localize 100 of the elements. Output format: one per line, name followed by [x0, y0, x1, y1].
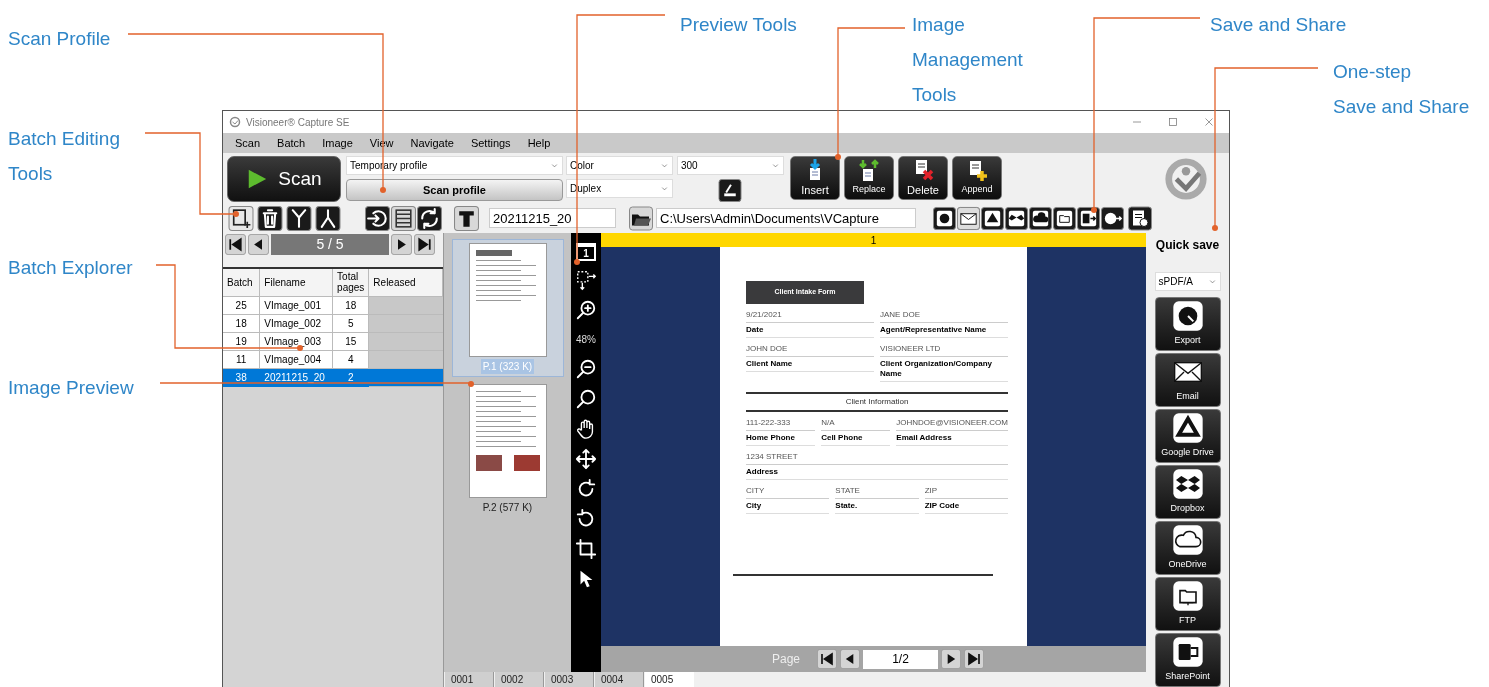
sides-dropdown[interactable]: Duplex — [566, 179, 673, 198]
thumbnail-caption: P.1 (323 K) — [480, 359, 535, 374]
append-button[interactable]: Append — [952, 156, 1002, 200]
zoom-in-icon[interactable] — [575, 299, 597, 321]
first-icon[interactable] — [817, 649, 838, 669]
field-label: State. — [835, 499, 919, 514]
menu-item[interactable]: Batch — [277, 134, 306, 152]
color-mode-dropdown[interactable]: Color — [566, 156, 673, 175]
callout-label: Scan Profile — [8, 27, 111, 51]
page-marker-bar: 1 — [601, 233, 1146, 247]
format-dropdown[interactable]: sPDF/A — [1154, 272, 1221, 291]
boxes-icon[interactable] — [1005, 205, 1028, 231]
search-icon[interactable] — [575, 388, 597, 410]
quick-save-button[interactable]: Email — [1154, 352, 1221, 407]
maximize-icon[interactable] — [1167, 116, 1179, 128]
trash-icon[interactable] — [256, 205, 284, 231]
scan-button[interactable]: Scan — [227, 156, 341, 202]
profile-dropdown[interactable]: Temporary profile — [346, 156, 563, 175]
resolution-dropdown[interactable]: 300 — [677, 156, 784, 175]
scanner-icon[interactable] — [718, 179, 742, 202]
merge-icon[interactable] — [314, 205, 342, 231]
field-label: Email Address — [896, 431, 1008, 446]
zoom-out-icon[interactable] — [575, 358, 597, 380]
page-tab[interactable]: 0005 — [645, 672, 694, 687]
page-label: Page — [772, 651, 801, 668]
menu-item[interactable]: Image — [322, 134, 353, 152]
field-value: STATE — [835, 486, 919, 499]
callout-label: One-step Save and Share — [1333, 60, 1470, 119]
last-icon[interactable] — [964, 649, 985, 669]
quick-save-button[interactable]: Dropbox — [1154, 464, 1221, 519]
zoom-level: 48% — [576, 333, 596, 347]
previous-icon[interactable] — [248, 234, 269, 255]
table-row[interactable]: 25 VImage_001 18 — [223, 296, 443, 314]
field-label: Agent/Representative Name — [880, 323, 1008, 338]
field-value: N/A — [821, 418, 891, 431]
quick-save-button[interactable]: FTP — [1154, 576, 1221, 631]
column-header[interactable]: Released — [368, 268, 443, 296]
folder-icon[interactable] — [629, 205, 653, 231]
folder-icon[interactable] — [1053, 205, 1076, 231]
text-tool-icon[interactable] — [454, 205, 479, 231]
delete-button[interactable]: Delete — [898, 156, 948, 200]
import-icon[interactable] — [365, 205, 390, 231]
menu-item[interactable]: View — [369, 134, 394, 152]
table-row[interactable]: 11 VImage_004 4 — [223, 350, 443, 368]
field-label: Address — [746, 465, 1008, 480]
split-icon[interactable] — [285, 205, 313, 231]
page-field[interactable]: 1/2 — [863, 649, 939, 669]
last-icon[interactable] — [414, 234, 435, 255]
quick-save-button[interactable]: Export — [1154, 296, 1221, 351]
menu-item[interactable]: Navigate — [410, 134, 454, 152]
add-document-icon[interactable] — [227, 205, 255, 231]
logo-icon — [229, 116, 241, 128]
next-icon[interactable] — [941, 649, 962, 669]
table-row[interactable]: 18 VImage_002 5 — [223, 314, 443, 332]
document-clock-icon[interactable] — [1128, 205, 1152, 231]
page-thumbnail[interactable]: P.2 (577 K) — [451, 380, 564, 518]
crop-icon[interactable] — [575, 538, 597, 560]
table-cell: 2 — [332, 368, 369, 386]
replace-button[interactable]: Replace — [844, 156, 894, 200]
column-header[interactable]: Filename — [259, 268, 333, 296]
close-icon[interactable] — [1203, 116, 1215, 128]
quick-save-title: Quick save — [1155, 237, 1220, 254]
table-cell: 38 — [223, 368, 260, 386]
select-area-icon[interactable] — [575, 269, 597, 291]
batch-name-field[interactable]: 20211215_20 — [489, 208, 616, 228]
previous-icon[interactable] — [840, 649, 861, 669]
page-tab[interactable]: 0004 — [595, 672, 644, 687]
column-header[interactable]: Batch — [223, 268, 260, 296]
field-label: Cell Phone — [821, 431, 891, 446]
field-value: ZIP — [924, 486, 1008, 499]
list-icon[interactable] — [391, 205, 416, 231]
move-icon[interactable] — [575, 448, 597, 470]
refresh-icon[interactable] — [417, 205, 442, 231]
menu-item[interactable]: Scan — [235, 134, 261, 152]
page-tab[interactable]: 0002 — [495, 672, 544, 687]
page-tab[interactable]: 0003 — [545, 672, 594, 687]
folder-path-field[interactable]: C:\Users\Admin\Documents\VCapture — [656, 208, 916, 228]
cloud-icon[interactable] — [1029, 205, 1052, 231]
menu-item[interactable]: Settings — [470, 134, 511, 152]
scan-profile-button[interactable]: Scan profile — [346, 179, 563, 201]
quick-save-button[interactable]: SharePoint — [1154, 632, 1221, 687]
field-value: CITY — [746, 486, 830, 499]
first-icon[interactable] — [225, 234, 246, 255]
table-row[interactable]: 19 VImage_003 15 — [223, 332, 443, 350]
column-header[interactable]: Total pages — [332, 268, 369, 296]
callout-label: Batch Editing Tools — [8, 127, 120, 186]
batch-counter: 5 / 5 — [271, 234, 389, 255]
field-value: 111-222-333 — [746, 418, 816, 431]
envelope-icon[interactable] — [957, 205, 980, 231]
field-value: JANE DOE — [880, 310, 1008, 323]
page-tab[interactable]: 0001 — [445, 672, 494, 687]
menu-item[interactable]: Help — [527, 134, 551, 152]
document-icon — [857, 159, 881, 184]
callout-label: Batch Explorer — [8, 256, 133, 280]
next-icon[interactable] — [391, 234, 412, 255]
quick-save-button[interactable]: Google Drive — [1154, 408, 1221, 463]
field-label: Client Name — [746, 357, 874, 372]
folder-icon — [1171, 580, 1204, 613]
quick-save-button[interactable]: OneDrive — [1154, 520, 1221, 575]
insert-button[interactable]: Insert — [790, 156, 840, 200]
